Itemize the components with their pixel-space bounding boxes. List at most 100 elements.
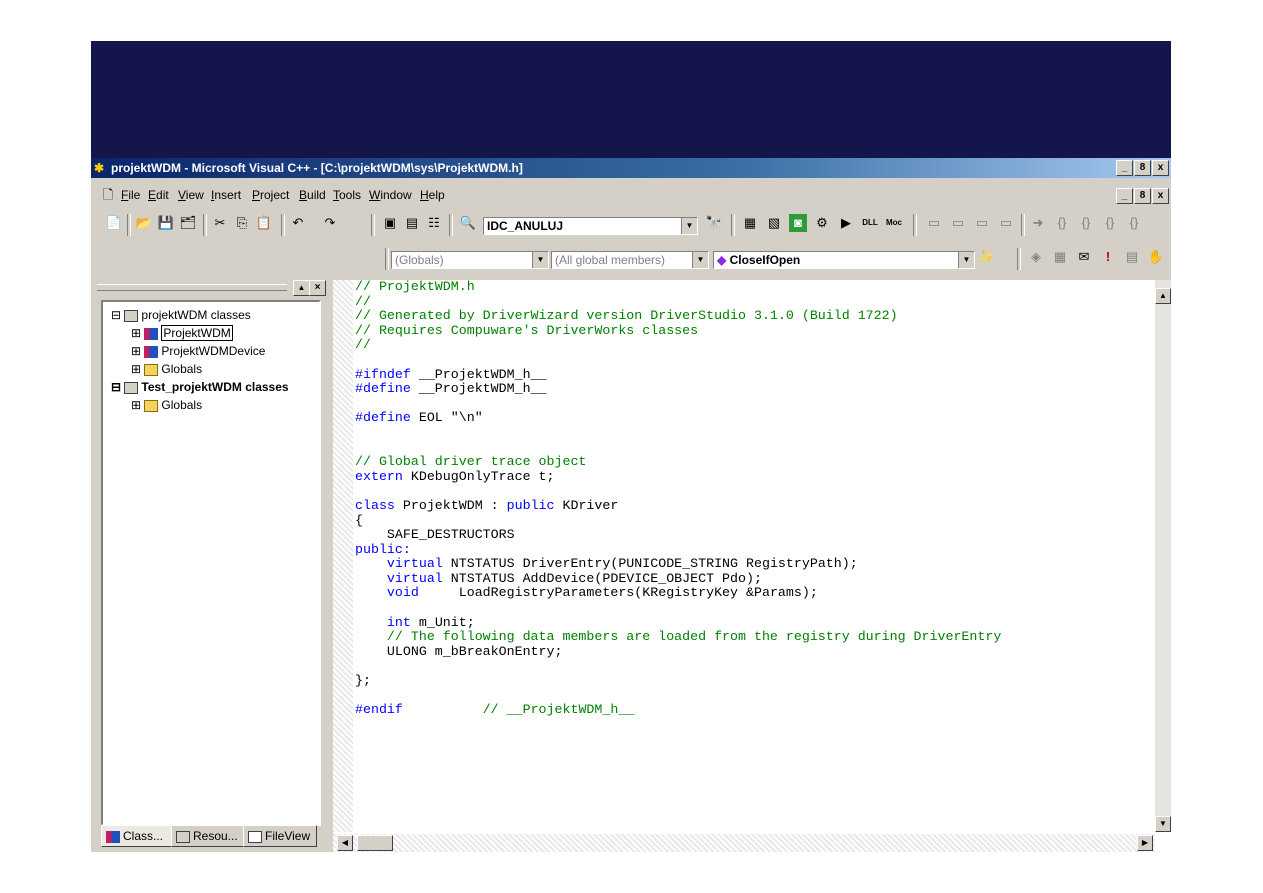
menu-tools[interactable]: Tools xyxy=(333,188,361,202)
collapse-icon[interactable]: ⊟ xyxy=(111,380,121,394)
chevron-down-icon[interactable]: ▼ xyxy=(681,218,697,234)
editor-gutter[interactable] xyxy=(333,280,353,832)
hand-icon[interactable]: ✋ xyxy=(1147,248,1165,266)
cut-icon[interactable]: ✂ xyxy=(211,214,229,232)
class-combo[interactable]: (Globals) ▼ xyxy=(391,251,549,269)
code-line[interactable]: #endif // __ProjektWDM_h__ xyxy=(355,702,1001,718)
scroll-up-icon[interactable]: ▲ xyxy=(1155,288,1171,304)
member-combo[interactable]: ◆ CloseIfOpen ▼ xyxy=(713,251,975,269)
chevron-down-icon[interactable]: ▼ xyxy=(958,252,974,268)
code-editor[interactable]: // ProjektWDM.h // // Generated by DriverW… xyxy=(333,279,1171,852)
code-line[interactable]: // Requires Compuware's DriverWorks clas… xyxy=(355,323,1001,339)
code-line[interactable] xyxy=(355,484,1001,499)
code-line[interactable]: ULONG m_bBreakOnEntry; xyxy=(355,644,1001,660)
go-icon[interactable]: ▶ xyxy=(837,214,855,232)
pane-grip[interactable] xyxy=(97,284,287,291)
pane-close-icon[interactable]: × xyxy=(309,280,326,296)
title-bar[interactable]: ✱ projektWDM - Microsoft Visual C++ - [C… xyxy=(91,158,1171,178)
code-line[interactable]: void LoadRegistryParameters(KRegistryKey… xyxy=(355,586,1001,601)
build-icon[interactable]: ▧ xyxy=(765,214,783,232)
tree-node-globals[interactable]: ⊞ Globals xyxy=(131,398,202,412)
minimize-button[interactable]: _ xyxy=(1116,160,1133,176)
menu-window[interactable]: Window xyxy=(369,188,412,202)
list-icon[interactable]: ▤ xyxy=(1123,248,1141,266)
new-file-icon[interactable]: 📄 xyxy=(105,214,123,232)
menu-file[interactable]: File xyxy=(121,188,140,202)
expand-icon[interactable]: ⊞ xyxy=(131,344,141,358)
tree-node-class[interactable]: ⊞ ProjektWDM xyxy=(131,325,233,341)
expand-icon[interactable]: ⊞ xyxy=(131,398,141,412)
workspace-icon[interactable]: ▣ xyxy=(381,214,399,232)
menu-insert[interactable]: Insert xyxy=(211,188,241,202)
redo-icon[interactable]: ↷ xyxy=(321,214,339,232)
scroll-left-icon[interactable]: ◀ xyxy=(337,835,353,851)
chevron-down-icon[interactable]: ▼ xyxy=(692,252,708,268)
code-line[interactable]: #define __ProjektWDM_h__ xyxy=(355,381,1001,397)
code-line[interactable]: extern KDebugOnlyTrace t; xyxy=(355,469,1001,485)
code-line[interactable]: // Generated by DriverWizard version Dri… xyxy=(355,308,1001,324)
run-to-cursor-icon[interactable]: {} xyxy=(1125,214,1143,232)
vertical-scrollbar[interactable]: ▲ ▼ xyxy=(1155,280,1171,832)
code-line[interactable]: int m_Unit; xyxy=(355,615,1001,631)
dll-icon[interactable]: DLL xyxy=(861,214,879,232)
code-line[interactable] xyxy=(355,353,1001,368)
arrow-icon[interactable]: ➜ xyxy=(1029,214,1047,232)
table-icon[interactable]: ▦ xyxy=(1051,248,1069,266)
tree-node-project[interactable]: ⊟ projektWDM classes xyxy=(111,308,251,322)
code-line[interactable]: // The following data members are loaded… xyxy=(355,629,1001,645)
breakpoint-remove-icon[interactable]: ▭ xyxy=(949,214,967,232)
copy-icon[interactable]: ⎘ xyxy=(233,214,251,232)
paste-icon[interactable]: 📋 xyxy=(255,214,273,232)
code-line[interactable] xyxy=(355,689,1001,704)
tab-fileview[interactable]: FileView xyxy=(243,825,317,847)
breakpoint-disable-icon[interactable]: ▭ xyxy=(973,214,991,232)
expand-icon[interactable]: ⊞ xyxy=(131,326,141,340)
code-line[interactable] xyxy=(355,441,1001,456)
doc-close-button[interactable]: x xyxy=(1152,188,1169,204)
window-list-icon[interactable]: ☷ xyxy=(425,214,443,232)
find-in-files-icon[interactable]: 🔍 xyxy=(459,214,477,232)
code-text[interactable]: // ProjektWDM.h // // Generated by DriverW… xyxy=(355,279,1001,718)
step-into-icon[interactable]: {} xyxy=(1053,214,1071,232)
code-line[interactable] xyxy=(355,659,1001,674)
step-over-icon[interactable]: {} xyxy=(1077,214,1095,232)
code-line[interactable]: virtual NTSTATUS DriverEntry(PUNICODE_ST… xyxy=(355,556,1001,572)
doc-restore-button[interactable]: 8 xyxy=(1134,188,1151,204)
scroll-right-icon[interactable]: ▶ xyxy=(1137,835,1153,851)
moc-icon[interactable]: Moc xyxy=(885,214,903,232)
expand-icon[interactable]: ⊞ xyxy=(131,362,141,376)
code-line[interactable]: SAFE_DESTRUCTORS xyxy=(355,527,1001,543)
breakpoint-list-icon[interactable]: ▭ xyxy=(997,214,1015,232)
tab-classview[interactable]: Class... xyxy=(101,825,173,847)
pane-dock-icon[interactable]: ▲ xyxy=(293,280,310,296)
maximize-button[interactable]: 8 xyxy=(1134,160,1151,176)
save-all-icon[interactable]: 🗂 xyxy=(179,214,197,232)
code-line[interactable]: public: xyxy=(355,542,1001,558)
menu-help[interactable]: Help xyxy=(420,188,445,202)
code-line[interactable]: #ifndef __ProjektWDM_h__ xyxy=(355,367,1001,383)
code-line[interactable]: // xyxy=(355,338,1001,353)
close-button[interactable]: x xyxy=(1152,160,1169,176)
menu-view[interactable]: View xyxy=(178,188,204,202)
code-line[interactable] xyxy=(355,601,1001,616)
scroll-thumb[interactable] xyxy=(357,835,393,851)
code-line[interactable]: // Global driver trace object xyxy=(355,454,1001,470)
tab-resourceview[interactable]: Resou... xyxy=(171,825,245,847)
scroll-down-icon[interactable]: ▼ xyxy=(1155,816,1171,832)
code-line[interactable]: // ProjektWDM.h xyxy=(355,279,1001,295)
menu-build[interactable]: Build xyxy=(299,188,326,202)
code-line[interactable] xyxy=(355,426,1001,441)
execute-icon[interactable]: ⚙ xyxy=(813,214,831,232)
chevron-down-icon[interactable]: ▼ xyxy=(532,252,548,268)
step-out-icon[interactable]: {} xyxy=(1101,214,1119,232)
stop-build-icon[interactable]: ◙ xyxy=(789,214,807,232)
tree-node-project[interactable]: ⊟ Test_projektWDM classes xyxy=(111,380,289,394)
filter-combo[interactable]: (All global members) ▼ xyxy=(551,251,709,269)
tree-node-class[interactable]: ⊞ ProjektWDMDevice xyxy=(131,344,265,358)
code-line[interactable]: virtual NTSTATUS AddDevice(PDEVICE_OBJEC… xyxy=(355,571,1001,587)
code-line[interactable] xyxy=(355,397,1001,412)
undo-icon[interactable]: ↶ xyxy=(289,214,307,232)
exclamation-icon[interactable]: ! xyxy=(1099,248,1117,266)
code-line[interactable]: { xyxy=(355,513,1001,529)
doc-minimize-button[interactable]: _ xyxy=(1116,188,1133,204)
